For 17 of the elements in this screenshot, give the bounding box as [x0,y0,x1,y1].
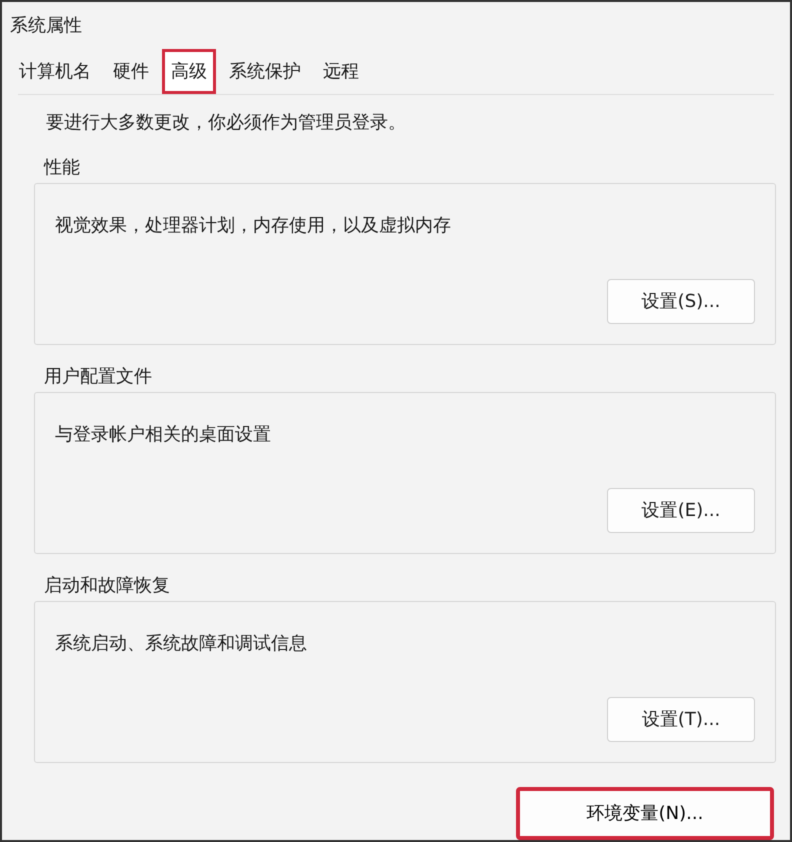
tab[interactable]: 计算机名 [10,49,100,94]
settings-button[interactable]: 设置(T)... [607,697,755,742]
notice-text: 要进行大多数更改，你必须作为管理员登录。 [45,111,407,135]
settings-button[interactable]: 设置(E)... [607,488,755,533]
tab[interactable]: 远程 [314,49,368,94]
group-description: 与登录帐户相关的桌面设置 [55,424,271,445]
group-title: 用户配置文件 [44,366,152,387]
group-description: 视觉效果，处理器计划，内存使用，以及虚拟内存 [55,215,451,236]
tab[interactable]: 系统保护 [220,49,310,94]
environment-variables-button[interactable]: 环境变量(N)... [516,787,774,840]
group-description: 系统启动、系统故障和调试信息 [55,633,307,654]
settings-button[interactable]: 设置(S)... [607,279,755,324]
group-title: 启动和故障恢复 [44,575,170,596]
window-title: 系统属性 [10,15,82,36]
tab[interactable]: 高级 [162,49,216,94]
tab[interactable]: 硬件 [104,49,158,94]
group-title: 性能 [44,157,80,178]
